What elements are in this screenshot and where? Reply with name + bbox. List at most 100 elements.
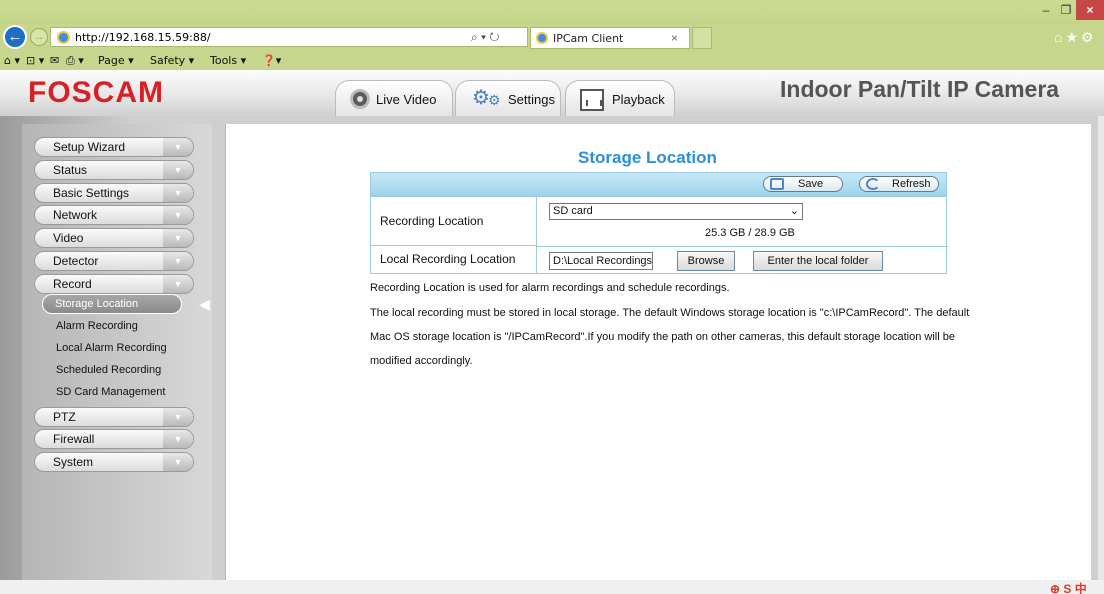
- recording-location-select[interactable]: SD card ⌄: [549, 203, 803, 220]
- sidebar-item-ptz[interactable]: PTZ ▼: [34, 407, 194, 427]
- sidebar-item-network[interactable]: Network ▼: [34, 205, 194, 225]
- address-url[interactable]: http://192.168.15.59:88/: [75, 31, 211, 44]
- scrollbar[interactable]: [1098, 116, 1104, 580]
- sidebar-item-basic-settings[interactable]: Basic Settings ▼: [34, 183, 194, 203]
- settings-table: Recording Location SD card ⌄ 25.3 GB / 2…: [370, 196, 948, 274]
- browser-chrome: – ❐ × ← → http://192.168.15.59:88/ ⌕ ▾ ↻…: [0, 0, 1104, 74]
- chevron-down-icon: ▼: [163, 229, 193, 247]
- sidebar-item-label: Basic Settings: [53, 186, 130, 200]
- print-icon[interactable]: ⎙ ▾: [66, 54, 84, 68]
- chevron-down-icon: ▼: [163, 430, 193, 448]
- chevron-down-icon: ▼: [163, 408, 193, 426]
- safety-menu[interactable]: Safety ▾: [150, 54, 194, 67]
- save-button[interactable]: Save: [763, 176, 843, 192]
- sidebar-item-detector[interactable]: Detector ▼: [34, 251, 194, 271]
- tools-menu[interactable]: Tools ▾: [210, 54, 246, 67]
- sidebar-item-label: Setup Wizard: [53, 140, 126, 154]
- wrench-icon: ⚙: [488, 92, 501, 108]
- refresh-icon: [866, 178, 880, 190]
- chevron-down-icon: ▼: [163, 206, 193, 224]
- minimize-button[interactable]: –: [1036, 0, 1056, 20]
- description-text: The local recording must be stored in lo…: [370, 307, 970, 319]
- ie-page-icon: [57, 31, 70, 44]
- tab-close-icon[interactable]: ×: [671, 31, 678, 45]
- sidebar-item-video[interactable]: Video ▼: [34, 228, 194, 248]
- tab-title: IPCam Client: [553, 32, 624, 45]
- home-icon[interactable]: ⌂ ▾: [4, 54, 20, 67]
- webcam-icon: [350, 89, 370, 109]
- chevron-down-icon: ▼: [163, 252, 193, 270]
- home-favorites-settings-icons[interactable]: ⌂★⚙: [1054, 29, 1097, 46]
- recording-location-value: SD card: [553, 205, 593, 217]
- active-pointer-icon: ◀: [199, 296, 210, 312]
- browser-tab[interactable]: IPCam Client ×: [530, 27, 690, 49]
- chevron-down-icon: ▼: [163, 184, 193, 202]
- sidebar-item-firewall[interactable]: Firewall ▼: [34, 429, 194, 449]
- sidebar-subitem-label: Storage Location: [55, 298, 139, 310]
- product-title: Indoor Pan/Tilt IP Camera: [780, 76, 1060, 102]
- maximize-button[interactable]: ❐: [1056, 0, 1076, 20]
- sidebar-item-label: Record: [53, 277, 92, 291]
- page-title: Storage Location: [578, 148, 717, 167]
- row-divider: [537, 246, 948, 247]
- chevron-down-icon: ▼: [163, 138, 193, 156]
- tab-playback-label: Playback: [612, 92, 665, 107]
- chevron-down-icon: ▼: [163, 453, 193, 471]
- feeds-icon[interactable]: ⊡ ▾: [26, 54, 44, 67]
- sidebar-item-label: Firewall: [53, 432, 95, 446]
- forward-arrow-icon[interactable]: →: [30, 28, 48, 46]
- search-refresh-icon[interactable]: ⌕ ▾ ↻: [471, 30, 500, 45]
- refresh-button-label: Refresh: [892, 178, 931, 190]
- local-path-input[interactable]: D:\Local Recordings: [549, 252, 653, 270]
- sidebar-item-setup-wizard[interactable]: Setup Wizard ▼: [34, 137, 194, 157]
- tab-playback[interactable]: Playback: [565, 80, 675, 116]
- panel-toolbar: Save Refresh: [370, 172, 947, 196]
- chevron-down-icon: ▼: [163, 275, 193, 293]
- floppy-disk-icon: [770, 178, 784, 190]
- sidebar-item-status[interactable]: Status ▼: [34, 160, 194, 180]
- browse-button[interactable]: Browse: [677, 251, 735, 271]
- tab-settings[interactable]: ⚙ ⚙ Settings: [455, 80, 561, 116]
- description-text: Mac OS storage location is "/IPCamRecord…: [370, 331, 955, 343]
- tab-live-video-label: Live Video: [376, 92, 437, 107]
- sidebar-subitem-local-alarm-recording[interactable]: Local Alarm Recording: [56, 342, 167, 354]
- sidebar-item-label: Status: [53, 163, 88, 177]
- title-bar: – ❐ ×: [0, 0, 1104, 24]
- sidebar-item-label: System: [53, 455, 94, 469]
- foscam-logo: FOSCAM: [28, 76, 164, 109]
- sidebar-item-label: Network: [53, 208, 98, 222]
- chevron-down-icon: ▼: [163, 161, 193, 179]
- mail-icon[interactable]: ✉: [50, 54, 59, 67]
- tab-settings-label: Settings: [508, 92, 555, 107]
- ie-tab-icon: [536, 32, 548, 44]
- command-bar: ⌂ ▾ ⊡ ▾ ✉ ⎙ ▾ Page ▾ Safety ▾ Tools ▾ ❓▾: [0, 52, 1104, 70]
- sidebar-item-record[interactable]: Record ▼: [34, 274, 194, 294]
- local-recording-location-label: Local Recording Location: [371, 246, 537, 273]
- back-arrow-icon[interactable]: ←: [3, 25, 27, 49]
- address-bar[interactable]: http://192.168.15.59:88/ ⌕ ▾ ↻: [50, 27, 528, 47]
- sidebar-item-system[interactable]: System ▼: [34, 452, 194, 472]
- sidebar-subitem-sd-card-management[interactable]: SD Card Management: [56, 386, 165, 398]
- help-icon[interactable]: ❓▾: [262, 54, 281, 67]
- tab-live-video[interactable]: Live Video: [335, 80, 453, 116]
- close-window-button[interactable]: ×: [1076, 0, 1104, 20]
- ime-icon[interactable]: ⊕ S 中: [1050, 580, 1087, 594]
- sidebar-item-label: Detector: [53, 254, 99, 268]
- new-tab-button[interactable]: [692, 27, 712, 49]
- page-menu[interactable]: Page ▾: [98, 54, 134, 67]
- storage-capacity: 25.3 GB / 28.9 GB: [705, 227, 795, 239]
- refresh-button[interactable]: Refresh: [859, 176, 939, 192]
- enter-local-folder-button[interactable]: Enter the local folder: [753, 251, 883, 271]
- chevron-down-icon: ⌄: [789, 205, 799, 217]
- sidebar-subitem-storage-location[interactable]: Storage Location: [42, 294, 182, 314]
- save-button-label: Save: [798, 178, 824, 190]
- recording-location-label: Recording Location: [371, 197, 537, 246]
- film-icon: [580, 89, 604, 111]
- sidebar-subitem-alarm-recording[interactable]: Alarm Recording: [56, 320, 138, 332]
- app-header: FOSCAM Live Video ⚙ ⚙ Settings Playback …: [0, 70, 1104, 116]
- description-text: Recording Location is used for alarm rec…: [370, 282, 730, 294]
- status-bar: ⊕ S 中: [0, 580, 1104, 594]
- description-text: modified accordingly.: [370, 355, 473, 367]
- sidebar-item-label: Video: [53, 231, 84, 245]
- sidebar-subitem-scheduled-recording[interactable]: Scheduled Recording: [56, 364, 161, 376]
